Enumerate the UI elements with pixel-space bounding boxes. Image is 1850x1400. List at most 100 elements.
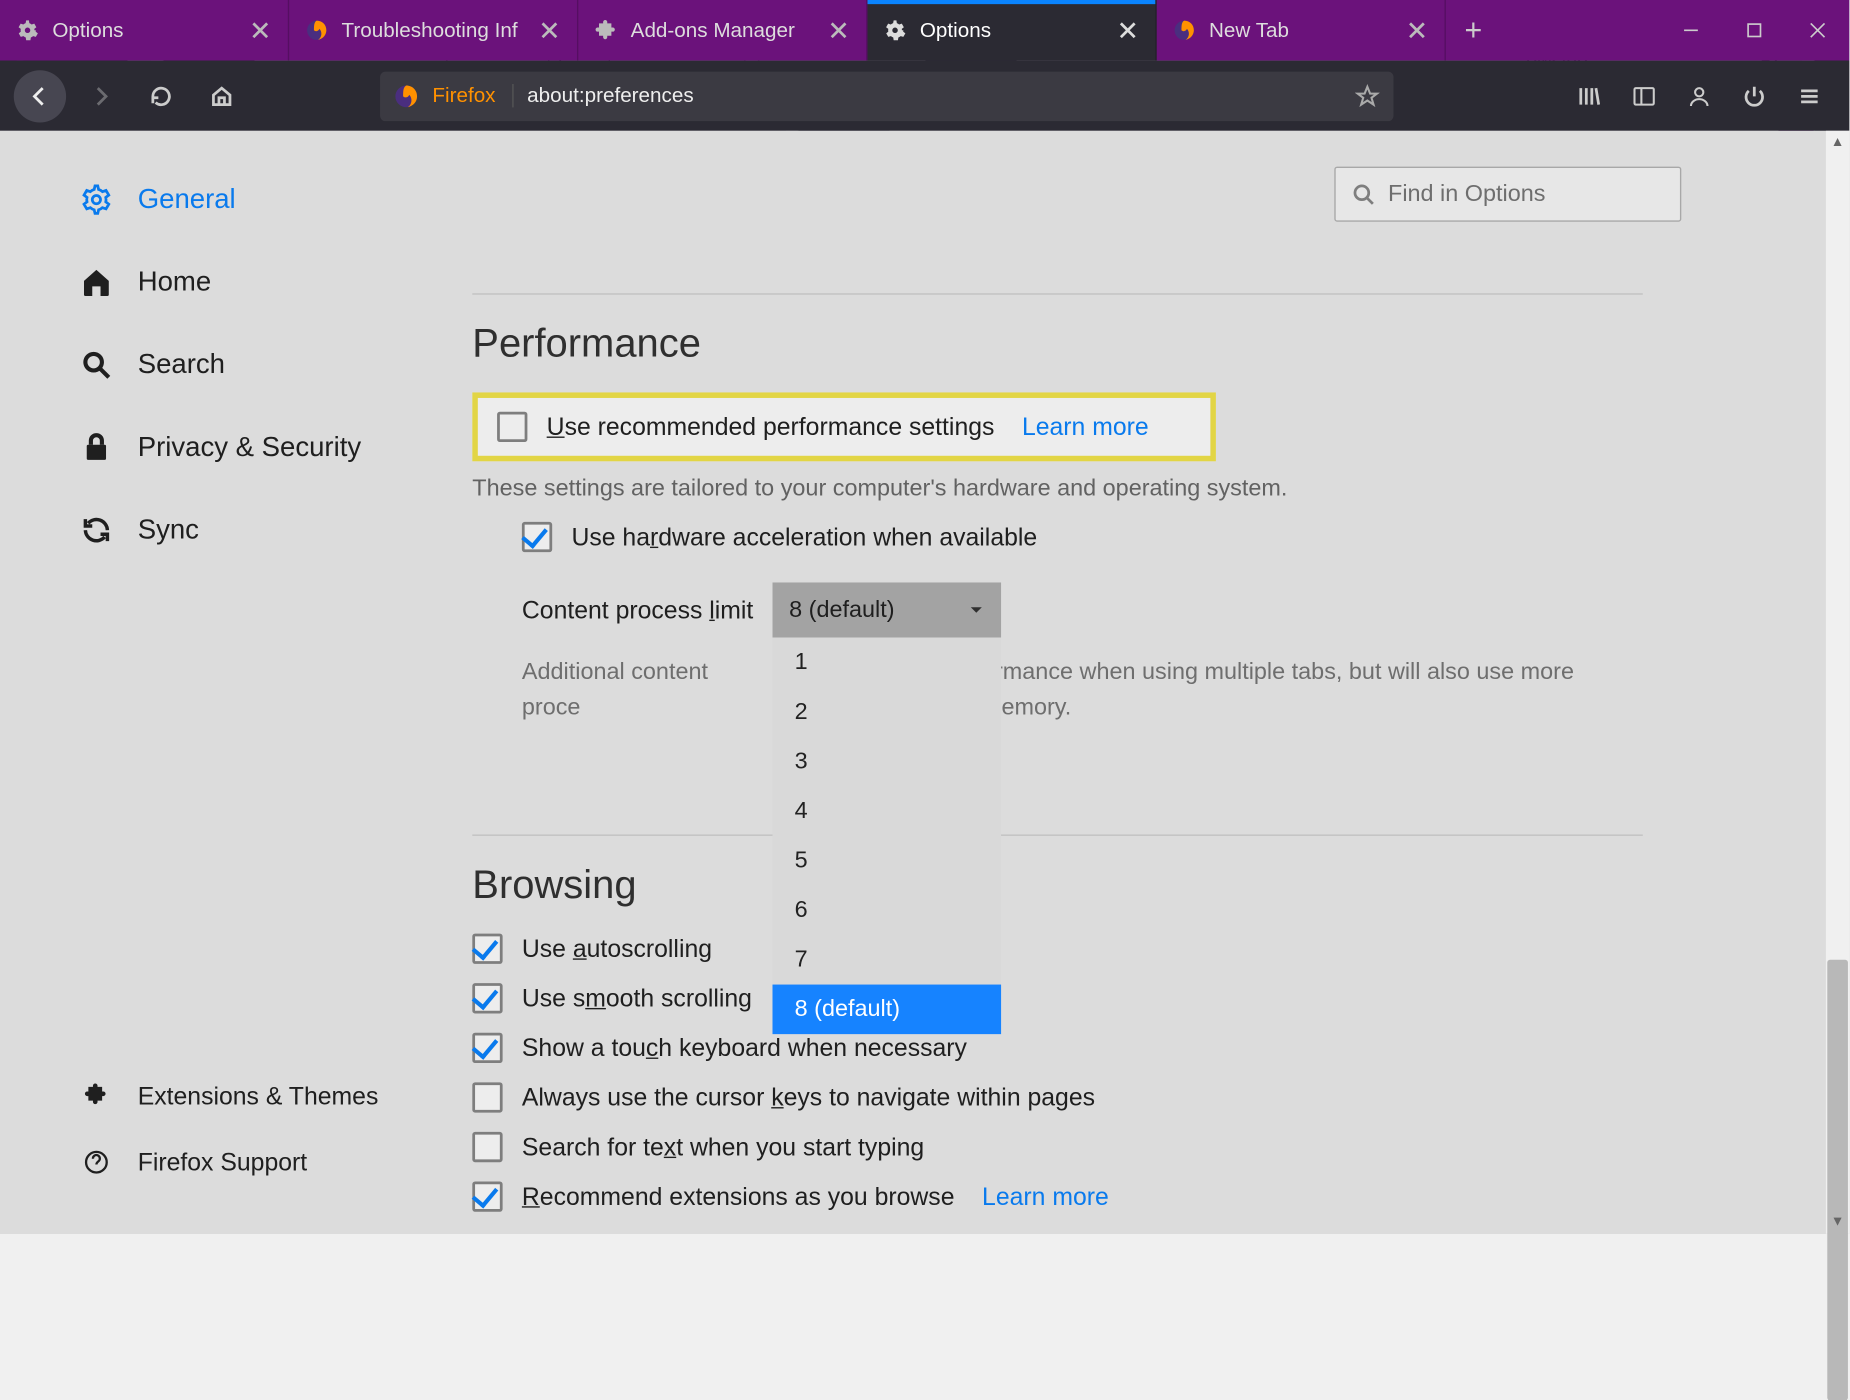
search-icon [1352,183,1374,205]
dropdown-option[interactable]: 7 [773,935,1002,985]
library-button[interactable] [1563,70,1615,122]
back-button[interactable] [14,70,66,122]
url-brand: Firefox [432,84,513,107]
close-icon[interactable] [1117,19,1139,41]
close-window-button[interactable] [1786,0,1849,61]
maximize-button[interactable] [1723,0,1786,61]
sync-icon [80,514,113,547]
search-placeholder: Find in Options [1388,180,1545,208]
search-text-checkbox[interactable] [472,1132,502,1162]
gear-icon [884,19,906,41]
dropdown-option-selected[interactable]: 8 (default) [773,985,1002,1035]
vertical-scrollbar[interactable]: ▲ ▼ [1826,131,1849,1234]
learn-more-link[interactable]: Learn more [982,1182,1109,1211]
touch-keyboard-checkbox[interactable] [472,1033,502,1063]
url-text: about:preferences [527,84,1341,107]
sidebar-label: Firefox Support [138,1148,307,1177]
sidebar-label: Privacy & Security [138,432,361,464]
firefox-icon [306,19,328,41]
recommend-ext-label: Recommend extensions as you browse [522,1182,955,1211]
sidebar-item-sync[interactable]: Sync [80,489,472,572]
close-icon[interactable] [828,19,850,41]
process-limit-note: Additional content proceormance when usi… [522,654,1624,724]
main-panel: Find in Options Performance UUse recomme… [472,131,1849,1234]
tab-newtab[interactable]: New Tab [1157,0,1446,61]
tab-troubleshooting[interactable]: Troubleshooting Inf [289,0,578,61]
sidebar-item-privacy[interactable]: Privacy & Security [80,406,472,489]
close-icon[interactable] [249,19,271,41]
tab-addons[interactable]: Add-ons Manager [578,0,867,61]
firefox-icon [1173,19,1195,41]
search-text-label: Search for text when you start typing [522,1133,924,1162]
recommended-desc: These settings are tailored to your comp… [472,475,1642,503]
performance-section: Performance UUse recommended performance… [472,322,1642,724]
dropdown-option[interactable]: 3 [773,737,1002,787]
firefox-icon [394,83,419,108]
category-sidebar: General Home Search Privacy & Security S… [0,131,472,1234]
scrollbar-track[interactable] [1826,154,1849,1210]
url-bar[interactable]: Firefox about:preferences [380,71,1393,121]
menu-button[interactable] [1783,70,1835,122]
process-limit-select[interactable]: 8 (default) 1 2 3 4 5 6 7 8 (default) [773,582,1002,637]
forward-button[interactable] [74,70,126,122]
sidebar-extensions-themes[interactable]: Extensions & Themes [80,1063,472,1129]
dropdown-option[interactable]: 6 [773,885,1002,935]
account-button[interactable] [1673,70,1725,122]
sidebar-item-general[interactable]: General [80,158,472,241]
sidebar-button[interactable] [1618,70,1670,122]
minimize-button[interactable] [1659,0,1722,61]
bookmark-star-icon[interactable] [1355,83,1380,108]
select-value: 8 (default) [789,596,894,624]
close-icon[interactable] [1406,19,1428,41]
dropdown-option[interactable]: 5 [773,836,1002,886]
learn-more-link[interactable]: Learn more [1022,412,1149,441]
browsing-section: Browsing Use autoscrollingUse autoscroll… [472,863,1642,1211]
dropdown-option[interactable]: 4 [773,786,1002,836]
help-icon [80,1146,113,1179]
tab-label: New Tab [1209,19,1392,42]
search-icon [80,348,113,381]
tab-label: Options [52,19,235,42]
home-button[interactable] [196,70,248,122]
sidebar-firefox-support[interactable]: Firefox Support [80,1129,472,1195]
gear-icon [17,19,39,41]
touch-keyboard-label: Show a touch keyboard when necessary [522,1033,967,1062]
dropdown-option[interactable]: 1 [773,638,1002,688]
recommend-ext-checkbox[interactable] [472,1181,502,1211]
chevron-down-icon [968,602,985,619]
sidebar-item-search[interactable]: Search [80,324,472,407]
plus-icon: + [1465,12,1483,48]
process-limit-dropdown: 1 2 3 4 5 6 7 8 (default) [773,638,1002,1035]
power-icon[interactable] [1728,70,1780,122]
autoscroll-checkbox[interactable] [472,934,502,964]
new-tab-button[interactable]: + [1446,0,1501,61]
dropdown-option[interactable]: 2 [773,687,1002,737]
scroll-up-arrow[interactable]: ▲ [1826,131,1849,154]
scrollbar-thumb[interactable] [1827,960,1848,1400]
reload-button[interactable] [135,70,187,122]
scroll-down-arrow[interactable]: ▼ [1826,1210,1849,1233]
smooth-scroll-checkbox[interactable] [472,983,502,1013]
sidebar-label: General [138,184,236,216]
recommended-settings-checkbox[interactable] [497,412,527,442]
window-controls [1659,0,1849,61]
titlebar: Options Troubleshooting Inf Add-ons Mana… [0,0,1849,61]
close-icon[interactable] [538,19,560,41]
tab-options-active[interactable]: Options [868,0,1157,61]
hw-accel-checkbox[interactable] [522,522,552,552]
recommended-settings-highlight: UUse recommended performance settingsse … [472,392,1216,461]
cursor-keys-label: Always use the cursor keys to navigate w… [522,1083,1095,1112]
lock-icon [80,431,113,464]
process-limit-label: Content process limit [522,596,753,625]
puzzle-icon [595,19,617,41]
find-in-options-input[interactable]: Find in Options [1334,167,1681,222]
section-heading: Browsing [472,863,1642,908]
sidebar-item-home[interactable]: Home [80,241,472,324]
puzzle-icon [80,1080,113,1113]
tab-label: Troubleshooting Inf [341,19,524,42]
tab-options-1[interactable]: Options [0,0,289,61]
nav-toolbar: Firefox about:preferences [0,61,1849,131]
cursor-keys-checkbox[interactable] [472,1082,502,1112]
sidebar-label: Home [138,266,211,298]
sidebar-label: Extensions & Themes [138,1082,379,1111]
